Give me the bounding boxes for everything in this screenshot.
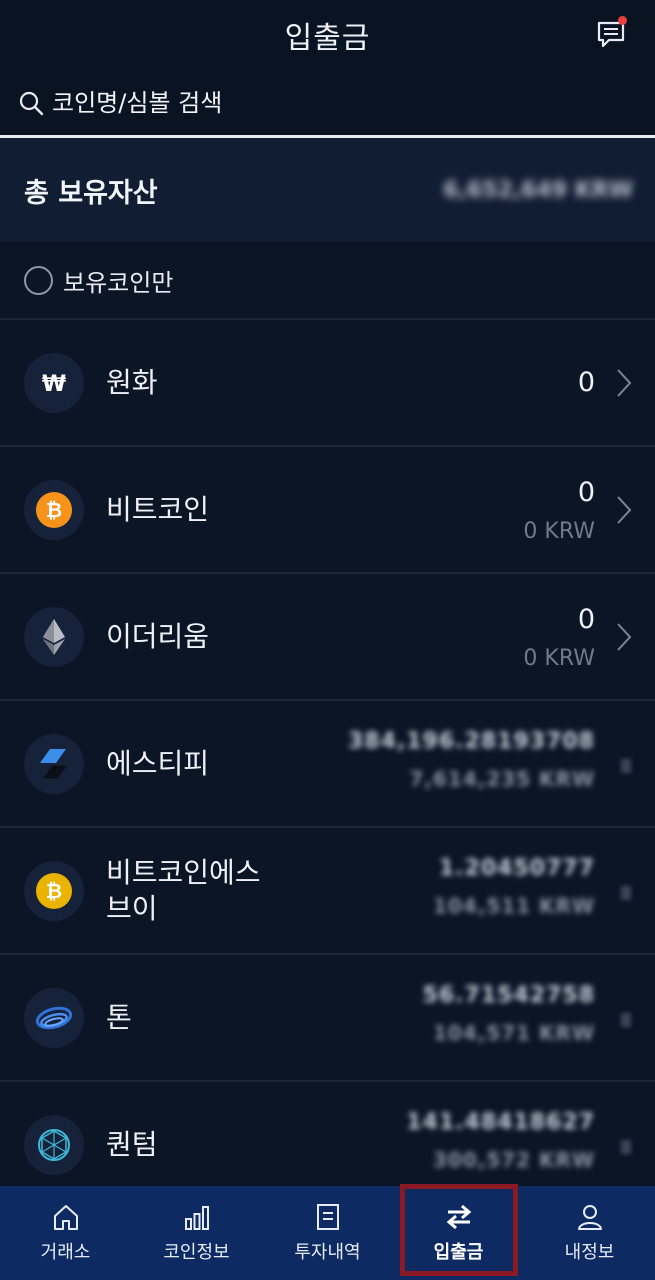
user-icon	[577, 1205, 602, 1230]
coin-amount: 0	[577, 604, 595, 635]
nav-exchange[interactable]: 거래소	[0, 1186, 131, 1280]
bitcoin-icon: ₿	[24, 480, 84, 540]
page-title: 입출금	[284, 21, 371, 56]
bar-chart-icon	[184, 1206, 209, 1230]
nav-label: 투자내역	[294, 1242, 361, 1263]
ton-icon	[24, 988, 84, 1048]
svg-text:₿: ₿	[46, 879, 62, 903]
coin-amount: 141.48418627	[406, 1110, 595, 1135]
total-assets-panel: 총 보유자산 6,652,649 KRW	[0, 138, 655, 242]
chevron-right-icon	[617, 623, 632, 651]
bitcoin-sv-icon: ₿	[24, 861, 84, 921]
coin-amount: 0	[577, 477, 595, 508]
coin-krw-value: 104,511 KRW	[432, 894, 595, 918]
coin-name: 퀀텀	[106, 1128, 158, 1161]
search-icon	[19, 91, 44, 115]
notification-dot	[618, 16, 627, 25]
coin-row-krw[interactable]: ₩ 원화 0	[0, 320, 655, 447]
nav-label: 내정보	[564, 1242, 615, 1263]
radio-button[interactable]	[24, 265, 53, 295]
coin-name: 원화	[106, 366, 158, 399]
svg-text:₩: ₩	[42, 372, 66, 394]
coin-krw-value: 0 KRW	[523, 646, 595, 671]
chevron-right-icon	[621, 886, 631, 900]
won-icon: ₩	[24, 353, 84, 413]
coin-amount: 56.71542758	[422, 983, 595, 1008]
qtum-icon	[24, 1115, 84, 1175]
svg-text:₿: ₿	[46, 498, 62, 522]
chevron-right-icon	[617, 369, 632, 397]
chevron-right-icon	[621, 1013, 631, 1027]
coin-row-bitcoin-sv[interactable]: ₿ 비트코인에스 브이 1.20450777 104,511 KRW	[0, 828, 655, 955]
app-root: 입출금 총 보유자산 6,652,649 KRW 보유코인만	[0, 0, 655, 1280]
nav-label: 코인정보	[163, 1242, 230, 1263]
nav-label: 입출금	[433, 1242, 484, 1263]
total-assets-value: 6,652,649 KRW	[443, 177, 633, 203]
coin-list: ₩ 원화 0 ₿ 비트코인 0 0 KRW 이더리움 0 0 KRW 에스티피 …	[0, 320, 655, 1209]
coin-row-stp[interactable]: 에스티피 384,196.28193708 7,614,235 KRW	[0, 701, 655, 828]
nav-label: 거래소	[40, 1242, 91, 1263]
coin-name: 비트코인	[106, 493, 210, 526]
coin-name: 톤	[106, 1001, 132, 1034]
coin-name: 비트코인에스 브이	[106, 856, 261, 925]
coin-row-ethereum[interactable]: 이더리움 0 0 KRW	[0, 574, 655, 701]
nav-investment-history[interactable]: 투자내역	[262, 1186, 393, 1280]
document-icon	[316, 1204, 339, 1230]
chat-button[interactable]	[593, 16, 629, 52]
search-input[interactable]	[52, 88, 612, 117]
nav-deposit-withdraw[interactable]: 입출금	[393, 1186, 524, 1280]
header: 입출금	[0, 0, 655, 70]
nav-coin-info[interactable]: 코인정보	[131, 1186, 262, 1280]
coin-krw-value: 104,571 KRW	[432, 1021, 595, 1045]
coin-amount: 0	[577, 367, 595, 398]
nav-my-info[interactable]: 내정보	[524, 1186, 655, 1280]
total-assets-label: 총 보유자산	[24, 177, 158, 209]
bottom-nav: 거래소 코인정보 투자내역 입출금 내정보	[0, 1186, 655, 1280]
ethereum-icon	[24, 607, 84, 667]
stp-icon	[24, 734, 84, 794]
search-bar	[0, 70, 655, 138]
coin-name: 에스티피	[106, 747, 210, 780]
coin-krw-value: 0 KRW	[523, 519, 595, 544]
coin-amount: 1.20450777	[438, 856, 595, 881]
held-coins-only-toggle[interactable]: 보유코인만	[0, 242, 655, 320]
coin-name: 이더리움	[106, 620, 210, 653]
coin-row-ton[interactable]: 톤 56.71542758 104,571 KRW	[0, 955, 655, 1082]
home-icon	[53, 1205, 78, 1230]
held-coins-only-label: 보유코인만	[63, 268, 174, 297]
coin-krw-value: 7,614,235 KRW	[409, 767, 595, 791]
coin-row-bitcoin[interactable]: ₿ 비트코인 0 0 KRW	[0, 447, 655, 574]
chevron-right-icon	[621, 1140, 631, 1154]
transfer-icon	[446, 1204, 471, 1230]
coin-amount: 384,196.28193708	[347, 729, 595, 754]
chevron-right-icon	[617, 496, 632, 524]
chevron-right-icon	[621, 759, 631, 773]
coin-krw-value: 300,572 KRW	[432, 1148, 595, 1172]
